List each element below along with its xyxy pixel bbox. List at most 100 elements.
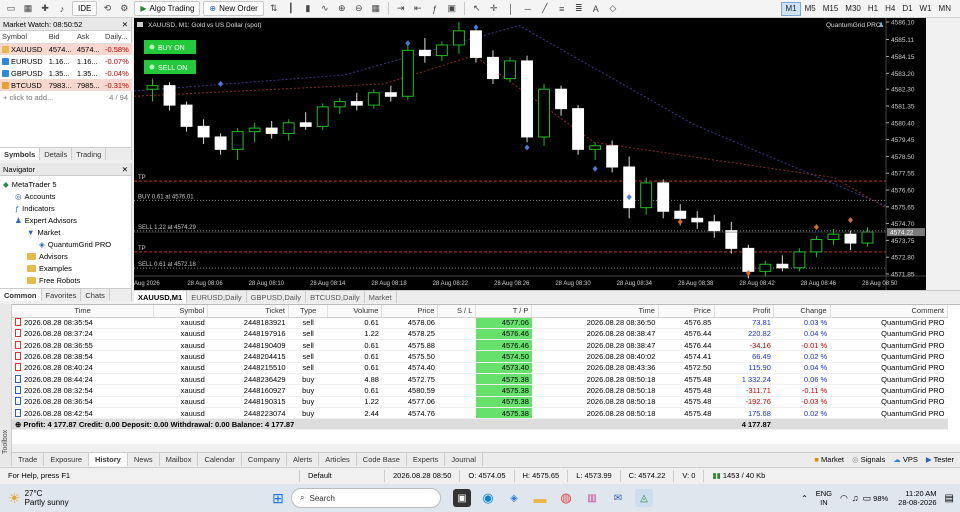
tab-common[interactable]: Common	[0, 289, 42, 301]
tab-favorites[interactable]: Favorites	[42, 289, 82, 301]
timeframe-h1[interactable]: H1	[865, 2, 881, 16]
timeframe-h4[interactable]: H4	[882, 2, 898, 16]
language-indicator[interactable]: ENG IN	[816, 489, 832, 507]
taskbar-search[interactable]: ⌕ Search	[291, 488, 441, 508]
history-col-header[interactable]: Change	[773, 305, 831, 318]
profiles-icon[interactable]: ▦	[21, 2, 35, 16]
history-col-header[interactable]: Time	[12, 305, 155, 318]
edge-icon[interactable]: ◉	[479, 489, 497, 507]
notification-icon[interactable]: ▤	[945, 493, 954, 504]
chrome-icon[interactable]: ◍	[557, 489, 575, 507]
nav-item[interactable]: ƒ Indicators	[0, 202, 131, 214]
nav-item[interactable]: Free Robots	[0, 274, 131, 286]
nav-item[interactable]: Advisors	[0, 250, 131, 262]
chart-canvas[interactable]: 4586.10 4585.11 4584.15 4583.20 4582.30 4581.…	[126, 18, 926, 290]
tab-chats[interactable]: Chats	[81, 289, 110, 301]
mw-row-eurusd[interactable]: EURUSD 1.16... 1.16... -0.07%	[0, 55, 132, 67]
bell-icon[interactable]: ♪	[55, 2, 69, 16]
nav-item[interactable]: ◈ QuantumGrid PRO	[0, 238, 131, 250]
trade-marker[interactable]	[592, 165, 598, 172]
fibo-icon[interactable]: ≣	[572, 2, 586, 16]
autoscroll-icon[interactable]: ⇥	[394, 2, 408, 16]
options-icon[interactable]: ⚙	[117, 2, 131, 16]
history-col-header[interactable]: Comment	[830, 305, 949, 318]
tab-alerts[interactable]: Alerts	[287, 452, 320, 466]
history-icon[interactable]: ⟲	[100, 2, 114, 16]
history-row[interactable]: 2026.08.28 08:37:24 xauusd 2448197916 sell 1…	[12, 328, 948, 341]
store-icon[interactable]: ▥	[583, 489, 601, 507]
history-col-header[interactable]: Ticket	[207, 305, 290, 318]
trade-marker[interactable]	[405, 40, 411, 47]
trade-marker[interactable]	[677, 218, 683, 225]
mw-col-header[interactable]: Daily...	[102, 31, 132, 44]
trade-marker[interactable]	[218, 80, 224, 87]
history-col-header[interactable]: Symbol	[153, 305, 209, 318]
history-row[interactable]: 2026.08.28 08:36:55 xauusd 2448190409 sell 0…	[12, 339, 948, 352]
timeframe-mn[interactable]: MN	[936, 2, 954, 16]
chart-shift-icon[interactable]: ⇤	[411, 2, 425, 16]
vertical-line-icon[interactable]: │	[504, 2, 518, 16]
channel-icon[interactable]: ≡	[555, 2, 569, 16]
trade-marker[interactable]	[524, 144, 530, 151]
timeframe-d1[interactable]: D1	[899, 2, 915, 16]
mw-col-header[interactable]: Symbol	[0, 31, 47, 44]
tab-company[interactable]: Company	[242, 452, 288, 466]
tab-history[interactable]: History	[89, 452, 128, 466]
app-icon[interactable]: ◈	[505, 489, 523, 507]
ide-button[interactable]: IDE	[72, 1, 98, 16]
trade-marker[interactable]	[847, 217, 853, 224]
history-row[interactable]: 2026.08.28 08:40:24 xauusd 2448215510 sell 0…	[12, 362, 948, 374]
signals-link[interactable]: ◎ Signals	[852, 455, 885, 464]
mail-icon[interactable]: ✉	[609, 489, 627, 507]
market-link[interactable]: ■ Market	[814, 455, 844, 464]
tab-trade[interactable]: Trade	[12, 452, 45, 466]
zoom-in-icon[interactable]: ⊕	[335, 2, 349, 16]
chart-tab[interactable]: BTCUSD,Daily	[306, 291, 365, 303]
task-view-icon[interactable]: ▣	[453, 489, 471, 507]
clock[interactable]: 11:20 AM 28-08-2026	[898, 489, 936, 507]
chart-tab[interactable]: XAUUSD,M1	[134, 291, 188, 303]
candles-icon[interactable]: ▮	[301, 2, 315, 16]
nav-item[interactable]: ◆ MetaTrader 5	[0, 178, 131, 190]
grid-icon[interactable]: ▦	[369, 2, 383, 16]
toolbox-side-label[interactable]: Toolbox	[0, 304, 12, 466]
history-row[interactable]: 2026.08.28 08:35:54 xauusd 2448183921 sell 0…	[12, 317, 948, 329]
history-col-header[interactable]: T / P	[475, 305, 533, 318]
chart-tab[interactable]: EURUSD,Daily	[187, 291, 247, 303]
tab-code-base[interactable]: Code Base	[357, 452, 407, 466]
nav-item[interactable]: Examples	[0, 262, 131, 274]
history-row[interactable]: 2026.08.28 08:36:54 xauusd 2448190315 buy 1.…	[12, 396, 948, 408]
trade-marker[interactable]	[813, 224, 819, 231]
zoom-out-icon[interactable]: ⊖	[352, 2, 366, 16]
crosshair-icon[interactable]: ✛	[487, 2, 501, 16]
timeframe-w1[interactable]: W1	[917, 2, 935, 16]
mw-col-header[interactable]: Bid	[46, 31, 75, 44]
tab-trading[interactable]: Trading	[72, 148, 107, 160]
tab-experts[interactable]: Experts	[407, 452, 446, 466]
tab-symbols[interactable]: Symbols	[0, 148, 41, 160]
nav-item[interactable]: ♟ Expert Advisors	[0, 214, 131, 226]
history-col-header[interactable]: Type	[288, 305, 329, 318]
metatrader-taskbar-icon[interactable]: ◬	[635, 489, 653, 507]
new-order-button[interactable]: ⊕ New Order	[203, 1, 264, 16]
mw-row-xauusd[interactable]: XAUUSD 4574... 4574... -0.58%	[0, 43, 132, 55]
tab-journal[interactable]: Journal	[445, 452, 483, 466]
tray-chevron-icon[interactable]: ⌃	[801, 494, 808, 503]
mw-row-gbpusd[interactable]: GBPUSD 1.35... 1.35... -0.04%	[0, 67, 132, 79]
timeframe-m30[interactable]: M30	[842, 2, 864, 16]
wifi-icon[interactable]: ◠	[840, 493, 848, 504]
tab-calendar[interactable]: Calendar	[198, 452, 242, 466]
line-chart-icon[interactable]: ∿	[318, 2, 332, 16]
vps-link[interactable]: ☁ VPS	[893, 455, 918, 464]
history-col-header[interactable]: Volume	[327, 305, 383, 318]
start-icon[interactable]: ⊞	[269, 489, 287, 507]
tab-mailbox[interactable]: Mailbox	[160, 452, 199, 466]
close-icon[interactable]: ✕	[122, 20, 128, 29]
chart-menu-icon[interactable]	[137, 22, 143, 27]
history-col-header[interactable]: Time	[531, 305, 659, 318]
indicators-toolbar-icon[interactable]: ƒ	[428, 2, 442, 16]
mw-col-header[interactable]: Ask	[74, 31, 103, 44]
tester-link[interactable]: ▶ Tester	[926, 455, 954, 464]
history-row[interactable]: 2026.08.28 08:42:54 xauusd 2448223074 buy 2.…	[12, 407, 948, 420]
price-chart[interactable]: 4586.10 4585.11 4584.15 4583.20 4582.30 4581.…	[126, 18, 926, 290]
